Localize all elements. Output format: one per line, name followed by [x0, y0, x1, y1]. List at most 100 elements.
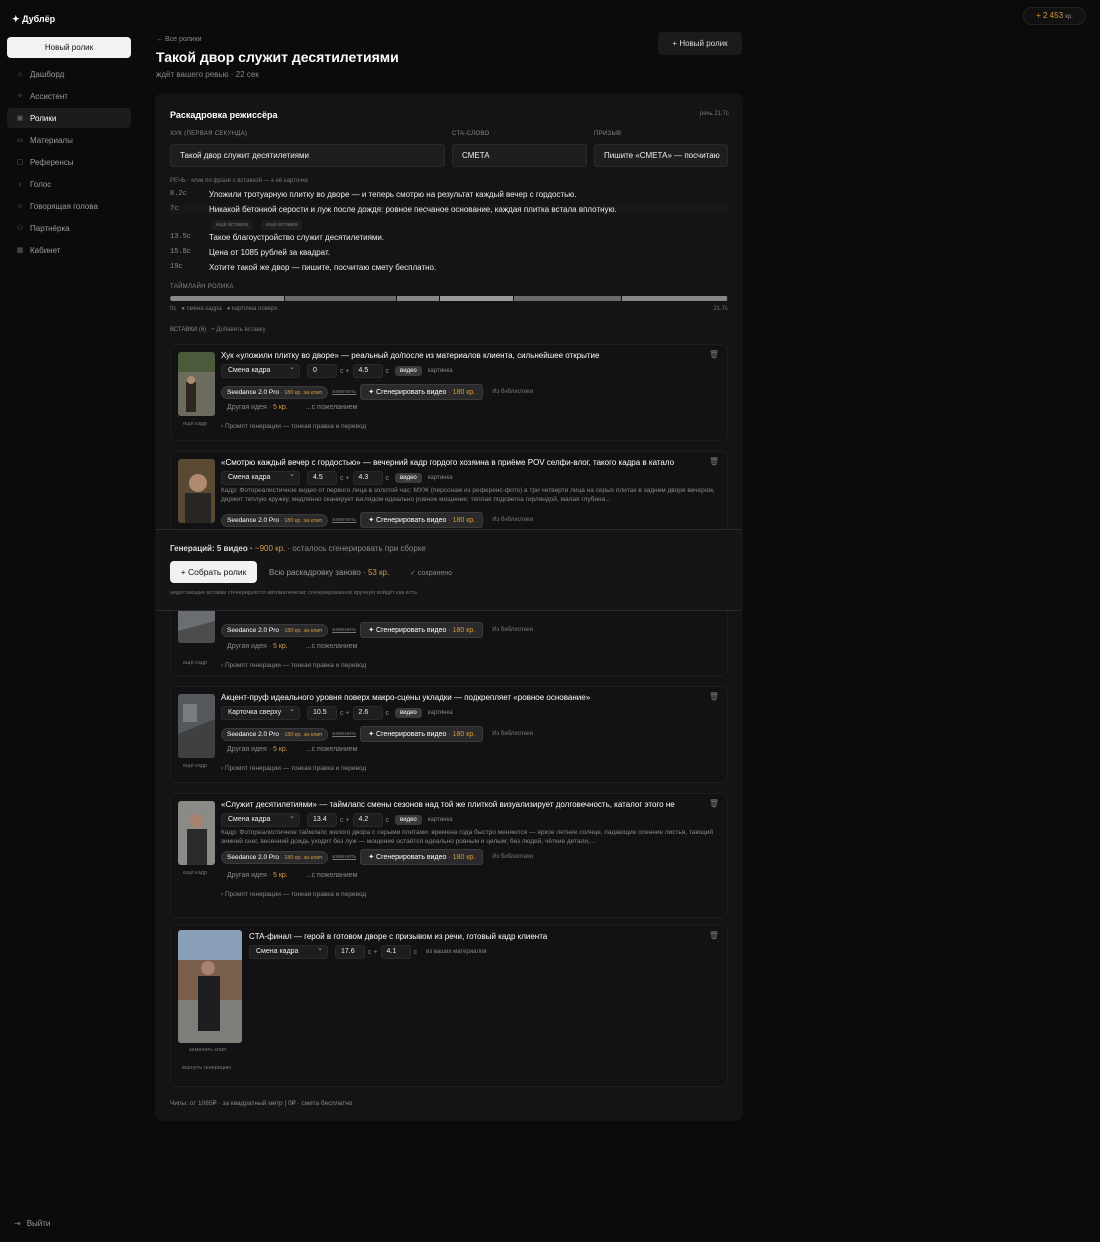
other-idea-button[interactable]: Другая идея · 5 кр. — [227, 404, 288, 411]
more-frame-button[interactable]: ещё кадр — [183, 870, 207, 876]
add-insert-button[interactable]: + Добавить вставку — [211, 327, 265, 333]
revert-generation-button[interactable]: вернуть генерацию — [182, 1065, 231, 1071]
insert-thumbnail[interactable] — [178, 801, 215, 865]
assemble-video-button[interactable]: + Собрать ролик — [170, 561, 257, 583]
duration-input[interactable]: 2.6 — [352, 706, 383, 720]
more-frame-button[interactable]: ещё кадр — [183, 421, 207, 427]
more-frame-button[interactable]: ещё кадр — [183, 660, 207, 666]
change-model-link[interactable]: изменить — [332, 389, 356, 395]
credits-badge[interactable]: + 2 453 кр. — [1023, 7, 1086, 25]
sub-insert-tag[interactable]: ещё вставка — [212, 220, 252, 230]
from-library-link[interactable]: Из библиотеки — [492, 854, 533, 860]
shot-description[interactable]: Кадр: Фотореалистичное видео от первого … — [221, 486, 721, 504]
trash-icon[interactable]: 🗑 — [709, 350, 719, 359]
model-pill[interactable]: Seedance 2.0 Pro · 180 кр. за клип — [221, 727, 329, 741]
picture-toggle[interactable]: картинка — [428, 817, 453, 823]
sidebar-item-references[interactable]: ▢ Референсы — [7, 152, 131, 172]
insert-thumbnail[interactable] — [178, 694, 215, 758]
duration-input[interactable]: 4.2 — [352, 813, 383, 827]
video-toggle[interactable]: видео — [395, 815, 422, 825]
prompt-toggle[interactable]: › Промпт генерации — тонкая правка и пер… — [221, 423, 366, 430]
trash-icon[interactable]: 🗑 — [709, 931, 719, 940]
insert-thumbnail[interactable] — [178, 352, 215, 416]
sidebar-item-dashboard[interactable]: ⌂ Дашборд — [7, 64, 131, 84]
insert-thumbnail[interactable] — [178, 459, 215, 523]
prompt-toggle[interactable]: › Промпт генерации — тонкая правка и пер… — [221, 662, 366, 669]
speech-line[interactable]: 19с Хотите такой же двор — пишите, посчит… — [170, 263, 728, 272]
picture-toggle[interactable]: картинка — [428, 368, 453, 374]
model-pill[interactable]: Seedance 2.0 Pro · 180 кр. за клип — [221, 850, 329, 864]
timeline-bar[interactable] — [170, 296, 728, 301]
insert-type-select[interactable]: Карточка сверху — [221, 704, 300, 720]
generate-video-button[interactable]: ✦ Сгенерировать видео · 180 кр. — [360, 849, 484, 865]
from-library-link[interactable]: Из библиотеки — [492, 731, 533, 737]
trash-icon[interactable]: 🗑 — [709, 692, 719, 701]
speech-line[interactable]: 15.8с Цена от 1085 рублей за квадрат. — [170, 248, 728, 257]
timeline-segment[interactable] — [285, 296, 397, 301]
insert-type-select[interactable]: Смена кадра — [249, 943, 328, 959]
from-library-link[interactable]: Из библиотеки — [492, 627, 533, 633]
regenerate-storyboard-button[interactable]: Всю раскадровку заново · 53 кр. — [269, 568, 389, 577]
back-link[interactable]: ← Все ролики — [156, 36, 202, 43]
from-library-link[interactable]: Из библиотеки — [492, 389, 533, 395]
cta-word-input[interactable]: СМЕТА — [452, 144, 587, 167]
wish-button[interactable]: ...с пожеланием — [306, 872, 358, 879]
duration-input[interactable]: 4.3 — [352, 471, 383, 485]
wish-button[interactable]: ...с пожеланием — [306, 746, 358, 753]
sidebar-item-materials[interactable]: ▭ Материалы — [7, 130, 131, 150]
picture-toggle[interactable]: картинка — [428, 475, 453, 481]
start-input[interactable]: 13.4 — [307, 813, 337, 827]
model-pill[interactable]: Seedance 2.0 Pro · 180 кр. за клип — [221, 385, 329, 399]
other-idea-button[interactable]: Другая идея · 5 кр. — [227, 746, 288, 753]
sidebar-item-partners[interactable]: ⚇ Партнёрка — [7, 218, 131, 238]
new-video-button[interactable]: Новый ролик — [7, 37, 131, 58]
timeline-segment[interactable] — [440, 296, 514, 301]
insert-type-select[interactable]: Смена кадра — [221, 811, 300, 827]
speech-line[interactable]: 7с Никакой бетонной серости и луж после д… — [170, 205, 728, 214]
hook-input[interactable]: Такой двор служит десятилетиями — [170, 144, 445, 167]
speech-line[interactable]: 8.2с Уложили тротуарную плитку во дворе —… — [170, 190, 728, 199]
top-new-video-button[interactable]: + Новый ролик — [658, 32, 742, 55]
duration-input[interactable]: 4.5 — [352, 364, 383, 378]
wish-button[interactable]: ...с пожеланием — [306, 404, 358, 411]
insert-type-select[interactable]: Смена кадра — [221, 469, 300, 485]
start-input[interactable]: 10.5 — [307, 706, 337, 720]
wish-button[interactable]: ...с пожеланием — [306, 643, 358, 650]
video-toggle[interactable]: видео — [395, 708, 422, 718]
start-input[interactable]: 4.5 — [307, 471, 337, 485]
timeline-segment[interactable] — [514, 296, 622, 301]
more-frame-button[interactable]: ещё кадр — [183, 763, 207, 769]
app-logo[interactable]: ✦ Дублёр — [12, 14, 55, 25]
sidebar-item-videos[interactable]: ▣ Ролики — [7, 108, 131, 128]
sidebar-item-talking-head[interactable]: ☺ Говорящая голова — [7, 196, 131, 216]
insert-thumbnail[interactable] — [178, 930, 242, 1043]
other-idea-button[interactable]: Другая идея · 5 кр. — [227, 643, 288, 650]
video-toggle[interactable]: видео — [395, 366, 422, 376]
sub-insert-tag[interactable]: ещё вставка — [262, 220, 302, 230]
cta-input[interactable]: Пишите «СМЕТА» — посчитаю — [594, 144, 728, 167]
generate-video-button[interactable]: ✦ Сгенерировать видео · 180 кр. — [360, 512, 484, 528]
sidebar-item-voice[interactable]: ♪ Голос — [7, 174, 131, 194]
logout-button[interactable]: ⇥ Выйти — [14, 1219, 50, 1228]
prompt-toggle[interactable]: › Промпт генерации — тонкая правка и пер… — [221, 765, 366, 772]
change-model-link[interactable]: изменить — [332, 854, 356, 860]
start-input[interactable]: 0 — [307, 364, 337, 378]
trash-icon[interactable]: 🗑 — [709, 457, 719, 466]
sidebar-item-account[interactable]: ▦ Кабинет — [7, 240, 131, 260]
generate-video-button[interactable]: ✦ Сгенерировать видео · 180 кр. — [360, 726, 484, 742]
shot-description[interactable]: Кадр: Фотореалистичное таймлапс жилого д… — [221, 828, 721, 846]
replace-clip-button[interactable]: заменить клип — [189, 1047, 226, 1053]
speech-line[interactable]: 13.5с Такое благоустройство служит десяти… — [170, 233, 728, 242]
change-model-link[interactable]: изменить — [332, 627, 356, 633]
timeline-segment[interactable] — [170, 296, 285, 301]
from-library-link[interactable]: Из библиотеки — [492, 517, 533, 523]
timeline-segment[interactable] — [397, 296, 440, 301]
change-model-link[interactable]: изменить — [332, 517, 356, 523]
duration-input[interactable]: 4.1 — [380, 945, 411, 959]
model-pill[interactable]: Seedance 2.0 Pro · 180 кр. за клип — [221, 513, 329, 527]
prompt-toggle[interactable]: › Промпт генерации — тонкая правка и пер… — [221, 891, 366, 898]
video-toggle[interactable]: видео — [395, 473, 422, 483]
start-input[interactable]: 17.6 — [335, 945, 365, 959]
sidebar-item-assistant[interactable]: ✧ Ассистент — [7, 86, 131, 106]
generate-video-button[interactable]: ✦ Сгенерировать видео · 180 кр. — [360, 622, 484, 638]
